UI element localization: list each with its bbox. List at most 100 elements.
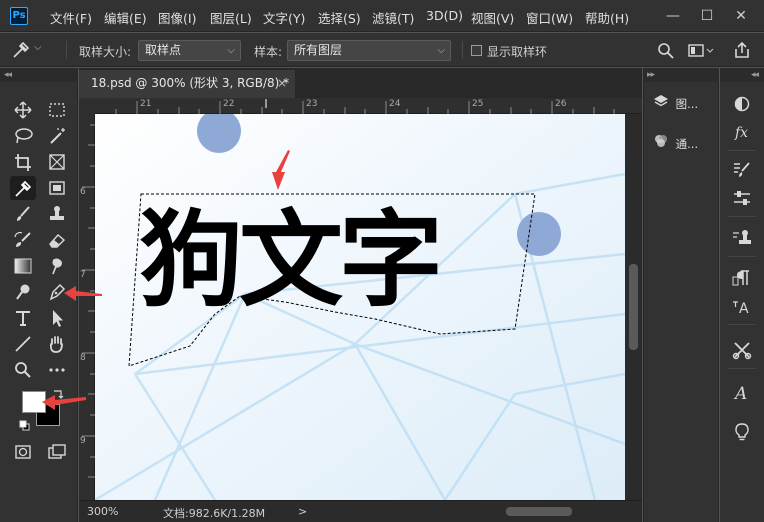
- clone-source-button[interactable]: [730, 226, 754, 250]
- panel-collapse-button[interactable]: ▸▸: [643, 68, 719, 82]
- more-tools-button[interactable]: [44, 358, 70, 382]
- menu-window[interactable]: 窗口(W): [526, 8, 573, 27]
- horizontal-scrollbar-thumb[interactable]: [506, 507, 572, 516]
- workspace-icon[interactable]: [688, 43, 714, 59]
- layers-panel-label: 图...: [675, 97, 699, 111]
- panel-dock: 图... 通...: [643, 82, 719, 522]
- crop-tool[interactable]: [10, 150, 36, 174]
- photoshop-logo-icon: Ps: [10, 7, 28, 25]
- document-tab-title: 18.psd @ 300% (形状 3, RGB/8) *: [91, 76, 290, 90]
- adjustments-panel-button[interactable]: [730, 92, 754, 116]
- magic-wand-icon: [50, 128, 65, 144]
- sample-size-label: 取样大小:: [79, 45, 132, 59]
- vertical-scrollbar-thumb[interactable]: [629, 264, 638, 350]
- character-panel-button[interactable]: A: [730, 294, 754, 318]
- gradient-tool[interactable]: [10, 254, 36, 278]
- character-icon: A: [733, 301, 749, 317]
- smudge-tool[interactable]: [44, 254, 70, 278]
- line-tool[interactable]: [10, 332, 36, 356]
- tool-presets-icon: [732, 342, 752, 360]
- document-tab-bar: 18.psd @ 300% (形状 3, RGB/8) * ×: [79, 68, 642, 98]
- menu-select[interactable]: 选择(S): [318, 8, 361, 27]
- marquee-tool[interactable]: [44, 98, 70, 122]
- properties-panel-button[interactable]: [730, 186, 754, 210]
- document-tab[interactable]: 18.psd @ 300% (形状 3, RGB/8) * ×: [79, 70, 295, 98]
- sample-size-value: 取样点: [145, 43, 182, 57]
- move-tool[interactable]: [10, 98, 36, 122]
- minimize-button[interactable]: —: [664, 7, 682, 25]
- svg-text:A: A: [739, 301, 749, 317]
- default-colors-icon[interactable]: [18, 420, 32, 432]
- magic-wand-tool[interactable]: [44, 124, 70, 148]
- object-selection-tool[interactable]: [44, 176, 70, 200]
- tool-presets-button[interactable]: [730, 338, 754, 362]
- document-canvas[interactable]: 狗文字: [95, 114, 625, 500]
- vertical-ruler[interactable]: 6 7 8 9: [79, 114, 95, 500]
- sliders-icon: [734, 191, 750, 205]
- vertical-scrollbar[interactable]: [625, 114, 642, 500]
- ruler-label: 21: [140, 99, 152, 109]
- divider: [728, 256, 756, 257]
- right-icon-dock: fx A A: [720, 82, 764, 522]
- close-window-button[interactable]: ✕: [732, 7, 750, 25]
- ruler-label: 8: [80, 353, 86, 363]
- path-selection-tool[interactable]: [44, 306, 70, 330]
- screen-mode-button[interactable]: [44, 440, 70, 464]
- frame-icon: [49, 154, 65, 170]
- eyedropper-tool[interactable]: [10, 176, 36, 200]
- type-icon: [16, 311, 30, 326]
- brush-settings-icon: [734, 162, 750, 177]
- brush-settings-button[interactable]: [730, 158, 754, 182]
- layers-panel-tab[interactable]: 图...: [650, 94, 714, 120]
- menu-view[interactable]: 视图(V): [471, 8, 514, 27]
- frame-tool[interactable]: [44, 150, 70, 174]
- maximize-button[interactable]: ☐: [698, 7, 716, 25]
- type-tool[interactable]: [10, 306, 36, 330]
- tool-preset-picker[interactable]: [10, 39, 30, 61]
- channels-panel-tab[interactable]: 通...: [650, 134, 714, 160]
- horizontal-ruler[interactable]: 21 22 23 24 25 26: [95, 98, 642, 114]
- menu-3d[interactable]: 3D(D): [426, 8, 463, 23]
- menu-image[interactable]: 图像(I): [158, 8, 196, 27]
- dodge-icon: [16, 284, 30, 300]
- zoom-level[interactable]: 300%: [87, 505, 118, 518]
- more-icon: [49, 368, 65, 372]
- show-sampling-ring-checkbox[interactable]: [471, 45, 482, 56]
- canvas-text: 狗文字: [139, 199, 439, 321]
- sample-size-select[interactable]: 取样点 ⌵: [138, 40, 241, 61]
- glyphs-panel-button[interactable]: A: [730, 380, 754, 404]
- lasso-icon: [15, 128, 33, 144]
- divider: [728, 324, 756, 325]
- paragraph-panel-button[interactable]: [730, 266, 754, 290]
- menu-edit[interactable]: 编辑(E): [104, 8, 147, 27]
- eraser-tool[interactable]: [44, 228, 70, 252]
- brush-icon: [17, 206, 30, 221]
- chevron-down-icon[interactable]: ⌵: [34, 42, 42, 53]
- menu-layer[interactable]: 图层(L): [210, 8, 252, 27]
- lasso-tool[interactable]: [10, 124, 36, 148]
- quick-mask-button[interactable]: [10, 440, 36, 464]
- ruler-label: 22: [223, 99, 235, 109]
- toolbar-collapse-button[interactable]: ◂◂: [0, 68, 78, 82]
- share-icon[interactable]: [733, 41, 751, 59]
- status-menu-arrow[interactable]: >: [298, 505, 307, 518]
- history-brush-tool[interactable]: [10, 228, 36, 252]
- panel-expand-button[interactable]: ◂◂: [720, 68, 764, 82]
- line-icon: [15, 336, 31, 352]
- sample-label: 样本:: [254, 45, 283, 59]
- menu-help[interactable]: 帮助(H): [585, 8, 629, 27]
- hand-tool[interactable]: [44, 332, 70, 356]
- learn-panel-button[interactable]: [730, 420, 754, 444]
- styles-panel-button[interactable]: fx: [730, 120, 754, 144]
- screen-mode-icon: [48, 444, 66, 459]
- menu-file[interactable]: 文件(F): [50, 8, 92, 27]
- menu-type[interactable]: 文字(Y): [263, 8, 305, 27]
- sample-select[interactable]: 所有图层 ⌵: [287, 40, 451, 61]
- brush-tool[interactable]: [10, 202, 36, 226]
- menu-filter[interactable]: 滤镜(T): [372, 8, 414, 27]
- zoom-tool[interactable]: [10, 358, 36, 382]
- dodge-tool[interactable]: [10, 280, 36, 304]
- search-icon[interactable]: [657, 42, 675, 60]
- stamp-tool[interactable]: [44, 202, 70, 226]
- close-tab-icon[interactable]: ×: [277, 70, 287, 97]
